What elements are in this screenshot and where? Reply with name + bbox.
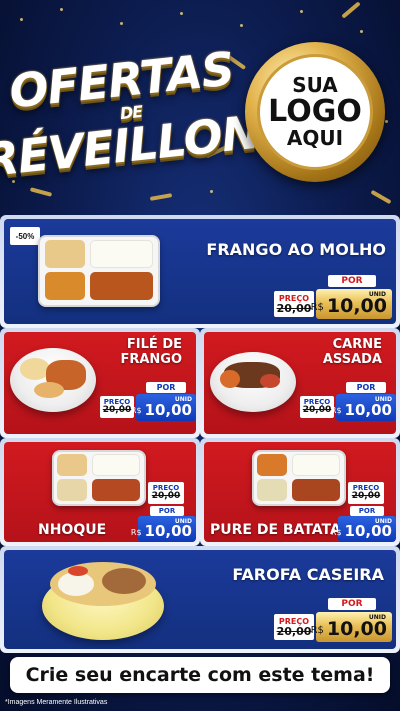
- product-name-line-2: FRANGO: [120, 351, 182, 367]
- food-tray-image: [52, 450, 146, 506]
- old-price: 20,00: [302, 405, 332, 415]
- flyer-page: OFERTAS DE RÉVEILLON SUA LOGO AQUI -50% …: [0, 0, 400, 711]
- por-label: POR: [346, 382, 386, 393]
- card-background: CARNE ASSADA POR PREÇO 20,00 UNID R$ 10,…: [204, 332, 396, 434]
- price-block: POR PREÇO 20,00 UNID R$ 10,00: [274, 598, 394, 646]
- currency: R$: [330, 527, 342, 537]
- por-label: POR: [350, 506, 384, 516]
- price-block: POR PREÇO 20,00 UNID R$ 10,00: [274, 275, 394, 323]
- product-name: CARNE ASSADA: [322, 337, 382, 368]
- old-price-tag: PREÇO 20,00: [148, 482, 184, 504]
- product-name: NHOQUE: [38, 522, 107, 538]
- product-card-farofa-caseira[interactable]: FAROFA CASEIRA POR PREÇO 20,00 UNID R$ 1…: [0, 546, 400, 653]
- price-block: PREÇO 20,00 POR UNID R$ 10,00: [131, 480, 196, 542]
- cta-banner[interactable]: Crie seu encarte com este tema!: [10, 657, 390, 693]
- card-background: FAROFA CASEIRA POR PREÇO 20,00 UNID R$ 1…: [4, 550, 396, 649]
- unit-label: UNID: [368, 614, 386, 621]
- food-tray-image: [38, 235, 160, 307]
- price-value: 10,00: [344, 400, 392, 419]
- discount-badge: -50%: [10, 227, 40, 245]
- old-price-tag: PREÇO 20,00: [100, 396, 134, 418]
- food-bowl-image: [42, 558, 164, 642]
- price-block: POR PREÇO 20,00 UNID R$ 10,00: [100, 382, 196, 426]
- header: OFERTAS DE RÉVEILLON SUA LOGO AQUI: [0, 0, 400, 215]
- new-price-tag: UNID R$ 10,00: [131, 516, 196, 542]
- logo-text-2: LOGO: [268, 94, 362, 130]
- old-price: 20,00: [276, 624, 312, 638]
- currency: R$: [310, 624, 324, 636]
- product-name: PURE DE BATATA: [210, 522, 341, 538]
- card-background: FILÉ DE FRANGO POR PREÇO 20,00 UNID R$ 1…: [4, 332, 196, 434]
- product-name-line-1: CARNE: [332, 337, 382, 352]
- new-price-tag: UNID R$ 10,00: [331, 394, 396, 421]
- currency: R$: [130, 527, 142, 537]
- food-tray-image: [252, 450, 346, 506]
- price-block: POR PREÇO 20,00 UNID R$ 10,00: [300, 382, 396, 426]
- logo-placeholder: SUA LOGO AQUI: [257, 54, 373, 170]
- por-label: POR: [328, 275, 376, 287]
- por-label: POR: [328, 598, 376, 610]
- product-card-carne-assada[interactable]: CARNE ASSADA POR PREÇO 20,00 UNID R$ 10,…: [200, 328, 400, 438]
- logo-text-3: AQUI: [286, 125, 344, 150]
- price-value: 10,00: [326, 295, 387, 317]
- product-card-frango-ao-molho[interactable]: -50% FRANGO AO MOLHO POR PREÇO 20,00 UNI…: [0, 215, 400, 328]
- new-price-tag: UNID R$ 10,00: [331, 516, 396, 542]
- product-card-nhoque[interactable]: NHOQUE PREÇO 20,00 POR UNID R$ 10,00: [0, 438, 200, 546]
- footnote: *Imagens Meramente Ilustrativas: [5, 699, 108, 706]
- unit-label: UNID: [368, 291, 386, 298]
- product-name: FRANGO AO MOLHO: [206, 240, 386, 259]
- por-label: POR: [146, 382, 186, 393]
- new-price-tag: UNID R$ 10,00: [131, 394, 196, 421]
- card-background: -50% FRANGO AO MOLHO POR PREÇO 20,00 UNI…: [4, 219, 396, 324]
- old-price-tag: PREÇO 20,00: [300, 396, 334, 418]
- product-name-line-2: ASSADA: [322, 351, 382, 367]
- old-price: 20,00: [102, 405, 132, 415]
- currency: R$: [330, 406, 342, 415]
- currency: R$: [130, 406, 142, 415]
- title-line-3: RÉVEILLON: [0, 104, 262, 188]
- price-value: 10,00: [326, 618, 387, 640]
- product-card-pure-de-batata[interactable]: PURE DE BATATA PREÇO 20,00 POR UNID R$ 1…: [200, 438, 400, 546]
- old-price: 20,00: [351, 491, 381, 501]
- price-value: 10,00: [144, 400, 192, 419]
- card-background: NHOQUE PREÇO 20,00 POR UNID R$ 10,00: [4, 442, 196, 542]
- price-block: PREÇO 20,00 POR UNID R$ 10,00: [331, 480, 396, 542]
- por-label: POR: [150, 506, 184, 516]
- currency: R$: [310, 301, 324, 313]
- new-price-tag: UNID R$ 10,00: [311, 612, 392, 642]
- product-name-line-1: FILÉ DE: [126, 337, 182, 352]
- unit-label: UNID: [374, 518, 392, 525]
- old-price-tag: PREÇO 20,00: [348, 482, 384, 504]
- logo-badge: SUA LOGO AQUI: [245, 42, 385, 182]
- food-bowl-image: [10, 348, 96, 412]
- unit-label: UNID: [374, 396, 392, 403]
- food-bowl-image: [210, 352, 296, 412]
- logo-text-1: SUA: [292, 73, 338, 98]
- product-name: FAROFA CASEIRA: [232, 565, 384, 584]
- unit-label: UNID: [174, 396, 192, 403]
- product-card-file-de-frango[interactable]: FILÉ DE FRANGO POR PREÇO 20,00 UNID R$ 1…: [0, 328, 200, 438]
- product-name: FILÉ DE FRANGO: [120, 337, 182, 368]
- old-price: 20,00: [276, 301, 312, 315]
- old-price-tag: PREÇO 20,00: [274, 614, 314, 640]
- old-price-tag: PREÇO 20,00: [274, 291, 314, 317]
- title-logo: OFERTAS DE RÉVEILLON: [0, 28, 261, 198]
- card-background: PURE DE BATATA PREÇO 20,00 POR UNID R$ 1…: [204, 442, 396, 542]
- new-price-tag: UNID R$ 10,00: [311, 289, 392, 319]
- old-price: 20,00: [151, 491, 181, 501]
- unit-label: UNID: [174, 518, 192, 525]
